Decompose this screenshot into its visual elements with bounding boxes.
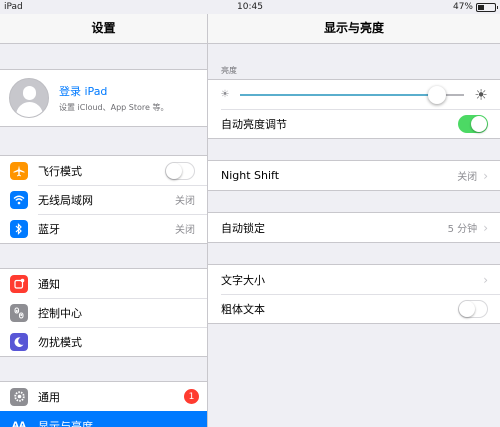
- battery-icon: [476, 2, 498, 12]
- chevron-right-icon: ›: [483, 272, 488, 287]
- chevron-right-icon: ›: [483, 220, 488, 235]
- status-bar: iPad 10:45 47%: [0, 0, 500, 14]
- sidebar-item-notifications[interactable]: 通知: [0, 269, 207, 298]
- general-group: 通用 1 AA 显示与亮度: [0, 381, 207, 427]
- notifications-icon: [10, 274, 28, 293]
- settings-sidebar: 设置 登录 iPad 设置 iCloud、App Store 等。 飞行模式 无…: [0, 14, 208, 427]
- night-shift-label: Night Shift: [221, 169, 280, 182]
- moon-icon: [10, 332, 28, 351]
- text-size-cell[interactable]: 文字大小 ›: [208, 265, 500, 294]
- account-subtitle: 设置 iCloud、App Store 等。: [59, 103, 169, 112]
- bold-text-label: 粗体文本: [221, 302, 265, 316]
- sidebar-item-label: 显示与亮度: [38, 419, 93, 427]
- sidebar-item-do-not-disturb[interactable]: 勿扰模式: [0, 327, 207, 356]
- battery-percent: 47%: [452, 2, 473, 12]
- bluetooth-icon: [10, 219, 28, 238]
- auto-lock-cell[interactable]: 自动锁定 5 分钟 ›: [208, 213, 500, 242]
- text-size-label: 文字大小: [221, 273, 265, 287]
- battery-indicator: 47%: [452, 0, 498, 14]
- connectivity-group: 飞行模式 无线局域网 关闭 蓝牙 关闭: [0, 155, 207, 244]
- auto-lock-value: 5 分钟: [447, 224, 478, 235]
- sidebar-item-bluetooth[interactable]: 蓝牙 关闭: [0, 214, 207, 243]
- sidebar-item-airplane[interactable]: 飞行模式: [0, 156, 207, 185]
- status-time: 10:45: [237, 2, 263, 12]
- sun-large-icon: ☀: [474, 85, 488, 104]
- account-cell[interactable]: 登录 iPad 设置 iCloud、App Store 等。: [0, 69, 207, 127]
- sidebar-item-label: 无线局域网: [38, 193, 93, 207]
- account-title: 登录 iPad: [59, 85, 108, 98]
- sidebar-item-display-brightness[interactable]: AA 显示与亮度: [0, 411, 207, 427]
- avatar: [9, 78, 49, 118]
- battery-fill: [478, 4, 485, 10]
- auto-brightness-label: 自动亮度调节: [221, 117, 287, 131]
- sidebar-item-label: 通用: [38, 390, 60, 404]
- brightness-slider[interactable]: [240, 85, 464, 104]
- sidebar-item-label: 控制中心: [38, 306, 82, 320]
- display-brightness-icon: AA: [10, 416, 28, 427]
- sidebar-item-control-center[interactable]: 控制中心: [0, 298, 207, 327]
- sidebar-title: 设置: [0, 14, 207, 44]
- bold-text-cell: 粗体文本: [208, 294, 500, 323]
- sidebar-item-wifi[interactable]: 无线局域网 关闭: [0, 185, 207, 214]
- sidebar-item-label: 飞行模式: [38, 164, 82, 178]
- general-badge: 1: [184, 389, 199, 404]
- night-shift-value: 关闭: [457, 172, 478, 183]
- display-brightness-pane: 显示与亮度 亮度 ☀ ☀ 自动亮度调节 Night Shift 关闭 › 自动锁…: [208, 14, 500, 427]
- control-center-icon: [10, 303, 28, 322]
- auto-brightness-cell: 自动亮度调节: [208, 109, 500, 138]
- sidebar-item-general[interactable]: 通用 1: [0, 382, 207, 411]
- auto-brightness-toggle[interactable]: [458, 114, 488, 133]
- airplane-toggle[interactable]: [165, 161, 195, 180]
- airplane-icon: [10, 161, 28, 180]
- sidebar-item-label: 勿扰模式: [38, 335, 82, 349]
- brightness-slider-thumb[interactable]: [428, 85, 447, 104]
- sun-small-icon: ☀: [220, 89, 230, 100]
- brightness-slider-row: ☀ ☀: [208, 80, 500, 109]
- bluetooth-status: 关闭: [175, 225, 195, 236]
- brightness-section-label: 亮度: [221, 66, 237, 75]
- auto-lock-label: 自动锁定: [221, 221, 265, 235]
- sidebar-item-label: 通知: [38, 277, 60, 291]
- gear-icon: [10, 387, 28, 406]
- chevron-right-icon: ›: [483, 168, 488, 183]
- sidebar-item-label: 蓝牙: [38, 222, 60, 236]
- wifi-icon: [10, 190, 28, 209]
- page-title: 显示与亮度: [208, 14, 500, 44]
- notifications-group: 通知 控制中心 勿扰模式: [0, 268, 207, 357]
- wifi-status: 关闭: [175, 196, 195, 207]
- bold-text-toggle[interactable]: [458, 299, 488, 318]
- night-shift-cell[interactable]: Night Shift 关闭 ›: [208, 161, 500, 190]
